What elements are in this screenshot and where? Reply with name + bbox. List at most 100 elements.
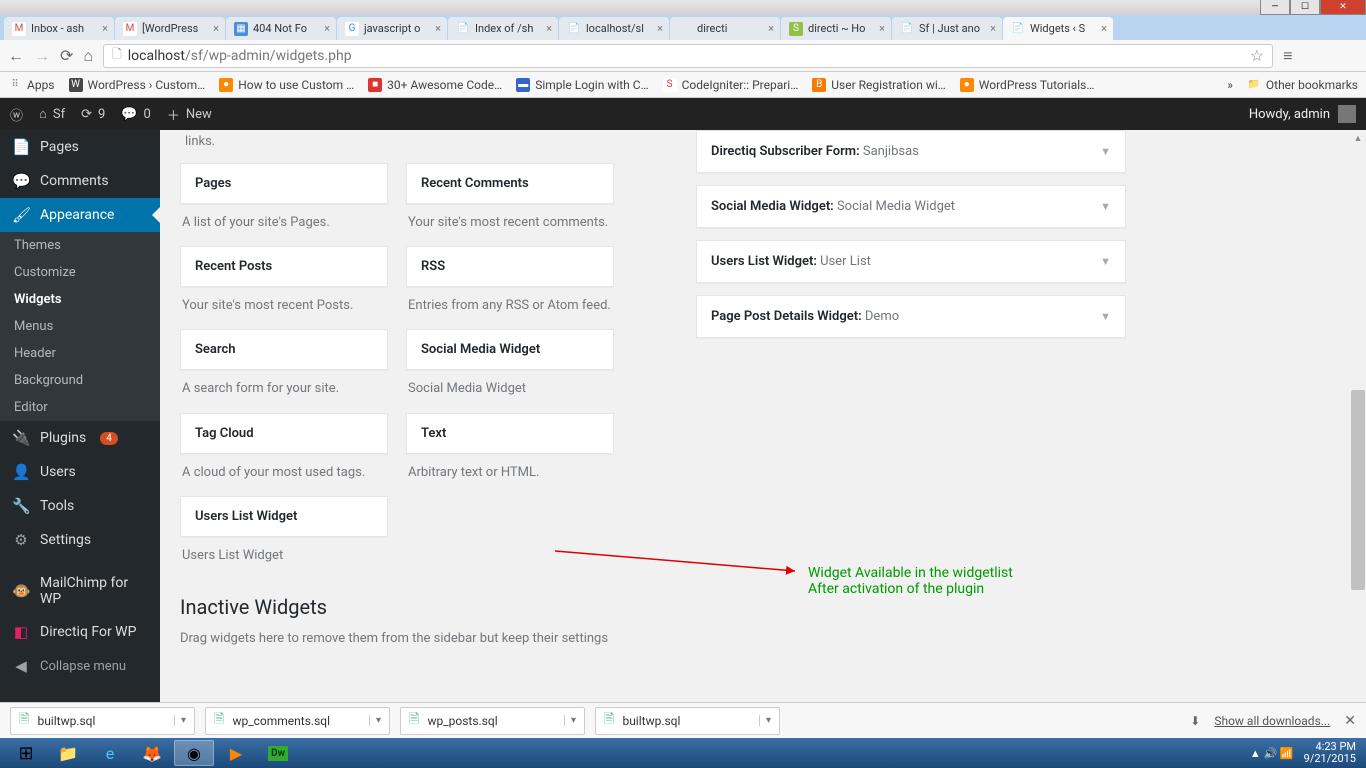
- close-icon[interactable]: ×: [657, 22, 663, 35]
- scroll-up-icon[interactable]: ▲: [1350, 130, 1366, 146]
- browser-tab[interactable]: Gjavascript o×: [337, 17, 447, 40]
- media-icon[interactable]: ▶: [216, 740, 256, 766]
- available-widget[interactable]: Recent Posts: [180, 246, 388, 287]
- start-button[interactable]: ⊞: [6, 740, 46, 766]
- browser-tab[interactable]: M[WordPress×: [115, 17, 225, 40]
- download-menu-icon[interactable]: ▾: [369, 715, 381, 726]
- collapse-menu[interactable]: ◀Collapse menu: [0, 649, 160, 683]
- bookmark-item[interactable]: ▬Simple Login with C…: [516, 78, 648, 92]
- tray-icons[interactable]: ▲ 🔊 📶: [1250, 747, 1294, 760]
- browser-tab[interactable]: MInbox - ash×: [4, 17, 114, 40]
- submenu-editor[interactable]: Editor: [0, 394, 160, 421]
- back-button[interactable]: ←: [8, 46, 24, 66]
- site-link[interactable]: ⌂Sf: [39, 106, 65, 122]
- clock[interactable]: 4:23 PM 9/21/2015: [1304, 741, 1356, 765]
- reload-button[interactable]: ⟳: [60, 46, 73, 65]
- menu-mailchimp[interactable]: 🐵MailChimp for WP: [0, 567, 160, 615]
- available-widget[interactable]: Tag Cloud: [180, 413, 388, 454]
- submenu-header[interactable]: Header: [0, 340, 160, 367]
- firefox-icon[interactable]: 🦊: [132, 740, 172, 766]
- bookmarks-overflow[interactable]: »: [1227, 78, 1233, 92]
- sidebar-widget[interactable]: Directiq Subscriber Form: Sanjibsas▼: [696, 130, 1126, 173]
- close-downloads-bar[interactable]: ✕: [1344, 713, 1356, 729]
- download-menu-icon[interactable]: ▾: [564, 715, 576, 726]
- browser-tab[interactable]: directi×: [670, 17, 780, 40]
- available-widget[interactable]: Users List Widget: [180, 496, 388, 537]
- submenu-customize[interactable]: Customize: [0, 259, 160, 286]
- menu-comments[interactable]: 💬Comments: [0, 164, 160, 198]
- available-widget[interactable]: Social Media Widget: [406, 329, 614, 370]
- bookmark-item[interactable]: ⠿Apps: [8, 78, 55, 92]
- wp-logo[interactable]: ⓦ: [10, 105, 23, 124]
- window-minimize[interactable]: —: [1260, 0, 1290, 15]
- browser-tab[interactable]: 📄Index of /sh×: [448, 17, 558, 40]
- browser-tab[interactable]: Sdirecti ~ Ho×: [781, 17, 891, 40]
- download-menu-icon[interactable]: ▾: [759, 715, 771, 726]
- howdy-text[interactable]: Howdy, admin: [1249, 107, 1330, 122]
- other-bookmarks[interactable]: 📁Other bookmarks: [1247, 78, 1358, 92]
- menu-users[interactable]: 👤Users: [0, 455, 160, 489]
- available-widget[interactable]: Search: [180, 329, 388, 370]
- close-icon[interactable]: ×: [990, 22, 996, 35]
- menu-directiq[interactable]: ◧Directiq For WP: [0, 615, 160, 649]
- bookmark-item[interactable]: WWordPress › Custom…: [69, 78, 206, 92]
- scroll-thumb[interactable]: [1351, 390, 1365, 590]
- submenu-background[interactable]: Background: [0, 367, 160, 394]
- home-button[interactable]: ⌂: [83, 46, 93, 66]
- browser-tab[interactable]: 📄Widgets ‹ S×: [1003, 17, 1113, 40]
- chrome-icon[interactable]: ◉: [174, 740, 214, 766]
- download-item[interactable]: 🗎wp_posts.sql▾: [400, 707, 585, 735]
- new-content[interactable]: ＋New: [167, 105, 212, 124]
- updates-link[interactable]: ⟳9: [81, 107, 105, 122]
- bookmark-item[interactable]: SCodeIgniter:: Prepari…: [663, 78, 799, 92]
- submenu-menus[interactable]: Menus: [0, 313, 160, 340]
- window-maximize[interactable]: ☐: [1290, 0, 1320, 15]
- menu-settings[interactable]: ⚙Settings: [0, 523, 160, 557]
- ie-icon[interactable]: e: [90, 740, 130, 766]
- bookmark-item[interactable]: ●WordPress Tutorials…: [960, 78, 1095, 92]
- menu-appearance[interactable]: 🖌Appearance: [0, 198, 160, 232]
- show-all-downloads[interactable]: Show all downloads...: [1214, 714, 1330, 728]
- available-widget[interactable]: RSS: [406, 246, 614, 287]
- download-menu-icon[interactable]: ▾: [174, 715, 186, 726]
- available-widget[interactable]: Recent Comments: [406, 163, 614, 204]
- available-widget[interactable]: Text: [406, 413, 614, 454]
- sidebar-widget[interactable]: Social Media Widget: Social Media Widget…: [696, 185, 1126, 228]
- close-icon[interactable]: ×: [546, 22, 552, 35]
- download-item[interactable]: 🗎builtwp.sql▾: [595, 707, 780, 735]
- submenu-widgets[interactable]: Widgets: [0, 286, 160, 313]
- close-icon[interactable]: ×: [768, 22, 774, 35]
- menu-pages[interactable]: 📄Pages: [0, 130, 160, 164]
- chevron-down-icon[interactable]: ▼: [1100, 145, 1111, 158]
- close-icon[interactable]: ×: [213, 22, 219, 35]
- address-bar[interactable]: 🗋 localhost/sf/wp-admin/widgets.php ☆: [103, 44, 1273, 68]
- menu-plugins[interactable]: 🔌Plugins4: [0, 421, 160, 455]
- explorer-icon[interactable]: 📁: [48, 740, 88, 766]
- close-icon[interactable]: ×: [879, 22, 885, 35]
- close-icon[interactable]: ×: [324, 22, 330, 35]
- bookmark-item[interactable]: BUser Registration wi…: [812, 78, 946, 92]
- avatar[interactable]: [1338, 105, 1356, 123]
- submenu-themes[interactable]: Themes: [0, 232, 160, 259]
- browser-tab[interactable]: 📄localhost/sl×: [559, 17, 669, 40]
- close-icon[interactable]: ×: [435, 22, 441, 35]
- sidebar-widget[interactable]: Page Post Details Widget: Demo▼: [696, 295, 1126, 338]
- close-icon[interactable]: ×: [102, 22, 108, 35]
- bookmark-item[interactable]: ■30+ Awesome Code…: [368, 78, 502, 92]
- window-close[interactable]: ✕: [1320, 0, 1366, 15]
- sidebar-widget[interactable]: Users List Widget: User List▼: [696, 240, 1126, 283]
- available-widget[interactable]: Pages: [180, 163, 388, 204]
- dreamweaver-icon[interactable]: Dw: [258, 740, 298, 766]
- menu-tools[interactable]: 🔧Tools: [0, 489, 160, 523]
- forward-button[interactable]: →: [34, 46, 50, 66]
- download-item[interactable]: 🗎builtwp.sql▾: [10, 707, 195, 735]
- comments-link[interactable]: 💬0: [121, 107, 151, 122]
- close-icon[interactable]: ×: [1101, 22, 1107, 35]
- browser-tab[interactable]: ▦404 Not Fo×: [226, 17, 336, 40]
- chrome-menu-icon[interactable]: ≡: [1283, 46, 1292, 66]
- download-item[interactable]: 🗎wp_comments.sql▾: [205, 707, 390, 735]
- browser-tab[interactable]: 📄Sf | Just ano×: [892, 17, 1002, 40]
- bookmark-star-icon[interactable]: ☆: [1250, 46, 1264, 65]
- chevron-down-icon[interactable]: ▼: [1100, 255, 1111, 268]
- bookmark-item[interactable]: ●How to use Custom …: [219, 78, 354, 92]
